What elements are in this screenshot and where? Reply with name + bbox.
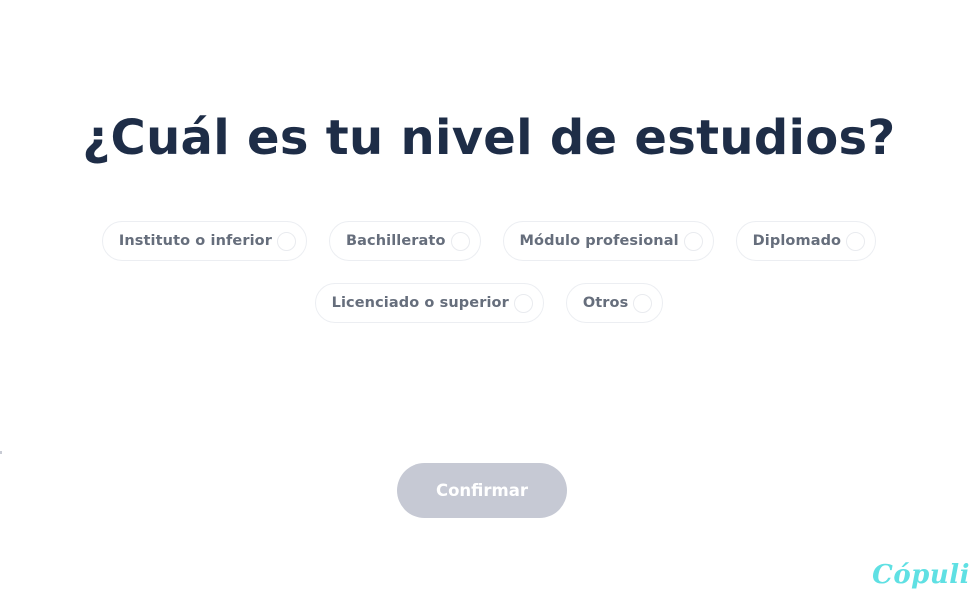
option-instituto-o-inferior[interactable]: Instituto o inferior [101, 221, 307, 261]
radio-circle-icon[interactable] [846, 231, 866, 251]
option-licenciado-o-superior[interactable]: Licenciado o superior [314, 283, 544, 323]
edge-decoration [0, 451, 2, 454]
options-row-1: Instituto o inferior Bachillerato Módulo… [0, 221, 978, 261]
radio-circle-icon[interactable] [633, 293, 653, 313]
option-modulo-profesional[interactable]: Módulo profesional [502, 221, 714, 261]
option-label: Instituto o inferior [118, 233, 272, 249]
option-label: Otros [582, 295, 629, 311]
confirm-button[interactable]: Confirmar [397, 463, 567, 518]
option-otros[interactable]: Otros [565, 283, 664, 323]
options-row-2: Licenciado o superior Otros [0, 283, 978, 323]
radio-circle-icon[interactable] [276, 231, 296, 251]
option-label: Diplomado [752, 233, 842, 249]
options-group: Instituto o inferior Bachillerato Módulo… [0, 221, 978, 345]
option-label: Módulo profesional [519, 233, 679, 249]
radio-circle-icon[interactable] [513, 293, 533, 313]
brand-logo: Cópuli [872, 560, 970, 590]
option-diplomado[interactable]: Diplomado [735, 221, 877, 261]
question-title: ¿Cuál es tu nivel de estudios? [82, 110, 896, 166]
option-bachillerato[interactable]: Bachillerato [328, 221, 481, 261]
option-label: Licenciado o superior [331, 295, 509, 311]
radio-circle-icon[interactable] [450, 231, 470, 251]
option-label: Bachillerato [345, 233, 446, 249]
radio-circle-icon[interactable] [683, 231, 703, 251]
